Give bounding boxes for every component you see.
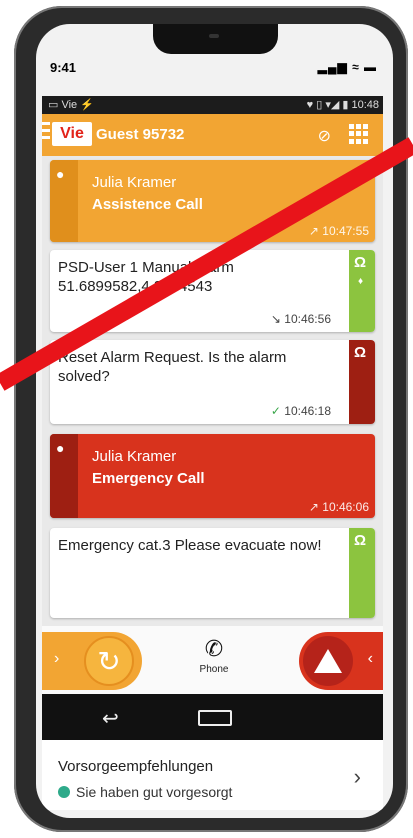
guest-title: Guest 95732: [96, 126, 185, 143]
phone-screen: 9:41 ▂▄▆ ≈ ▬ ▭ Vie ⚡ ♥ ▯ ▾◢ ▮ 10:48 Vie …: [36, 24, 393, 818]
vorsorge-title: Vorsorgeempfehlungen: [58, 758, 214, 775]
alarm-icon[interactable]: [303, 636, 353, 686]
call-time: ↗ 10:47:55: [308, 224, 369, 238]
message-tag: Ω: [349, 528, 375, 618]
chevron-left-icon: ‹: [367, 650, 373, 667]
message-tag: Ω: [349, 340, 375, 424]
notch: [153, 24, 278, 54]
message-card[interactable]: Reset Alarm Request. Is the alarm solved…: [50, 340, 375, 424]
home-icon[interactable]: [198, 710, 232, 726]
call-type: Assistence Call: [92, 196, 203, 213]
check-icon: ✓: [270, 404, 281, 418]
location-pin-icon: ♦: [358, 276, 364, 287]
mute-icon[interactable]: ⊘: [318, 126, 331, 146]
message-time: ↘ 10:46:56: [270, 312, 331, 326]
phone-button[interactable]: ✆ Phone: [194, 636, 234, 675]
call-time: ↗ 10:46:06: [308, 500, 369, 514]
caller-name: Julia Kramer: [92, 174, 177, 191]
phone-icon: ✆: [204, 636, 224, 661]
status-time: 9:41: [50, 60, 77, 75]
android-status-right: ♥ ▯ ▾◢ ▮ 10:48: [306, 99, 379, 111]
android-nav-bar: ↩: [42, 694, 383, 740]
vorsorge-card[interactable]: Vorsorgeempfehlungen Sie haben gut vorge…: [42, 740, 383, 810]
reset-pill[interactable]: › ↻: [42, 632, 142, 690]
message-text: Emergency cat.3 Please evacuate now!: [58, 537, 322, 554]
message-feed[interactable]: ● Julia Kramer Assistence Call ↗ 10:47:5…: [42, 156, 383, 626]
grid-menu-icon[interactable]: [349, 124, 369, 144]
chevron-right-icon[interactable]: ›: [354, 764, 361, 790]
android-status-left: ▭ Vie ⚡: [48, 99, 94, 111]
call-type: Emergency Call: [92, 470, 205, 487]
caller-name: Julia Kramer: [92, 448, 177, 465]
message-card[interactable]: PSD-User 1 Manual Alarm 51.6899582,4.837…: [50, 250, 375, 332]
vorsorge-subtitle-text: Sie haben gut vorgesorgt: [76, 784, 233, 800]
assistance-call-card[interactable]: ● Julia Kramer Assistence Call ↗ 10:47:5…: [50, 160, 375, 242]
check-circle-icon: [58, 786, 70, 798]
message-text: Reset Alarm Request. Is the alarm solved…: [58, 349, 287, 385]
menu-icon[interactable]: [42, 122, 50, 144]
emergency-call-card[interactable]: ● Julia Kramer Emergency Call ↗ 10:46:06: [50, 434, 375, 518]
back-icon[interactable]: ↩: [102, 706, 119, 731]
alarm-pill[interactable]: ‹: [299, 632, 383, 690]
ios-status-bar: 9:41 ▂▄▆ ≈ ▬: [36, 58, 393, 80]
phone-label: Phone: [199, 664, 229, 675]
message-text: PSD-User 1 Manual Alarm 51.6899582,4.837…: [58, 259, 234, 295]
headset-icon: Ω: [354, 532, 367, 549]
action-bar: › ↻ ✆ Phone ‹: [42, 626, 383, 694]
android-status-bar: ▭ Vie ⚡ ♥ ▯ ▾◢ ▮ 10:48: [42, 96, 383, 114]
headset-icon: Ω: [354, 254, 367, 271]
phone-frame: 9:41 ▂▄▆ ≈ ▬ ▭ Vie ⚡ ♥ ▯ ▾◢ ▮ 10:48 Vie …: [14, 6, 408, 832]
signal-wifi-battery-icon: ▂▄▆ ≈ ▬: [317, 60, 377, 74]
vorsorge-subtitle: Sie haben gut vorgesorgt: [58, 784, 232, 800]
reset-icon[interactable]: ↻: [84, 636, 134, 686]
message-tag: Ω ♦: [349, 250, 375, 332]
message-card[interactable]: Emergency cat.3 Please evacuate now! Ω: [50, 528, 375, 618]
vie-logo: Vie: [52, 122, 92, 146]
message-time-value: 10:46:18: [284, 404, 331, 418]
app-bar: Vie Guest 95732 ⊘: [42, 114, 383, 156]
person-icon: ●: [56, 166, 65, 182]
person-icon: ●: [56, 440, 65, 456]
chevron-right-icon: ›: [54, 650, 60, 667]
headset-icon: Ω: [354, 344, 367, 361]
message-time: ✓ 10:46:18: [271, 404, 331, 418]
